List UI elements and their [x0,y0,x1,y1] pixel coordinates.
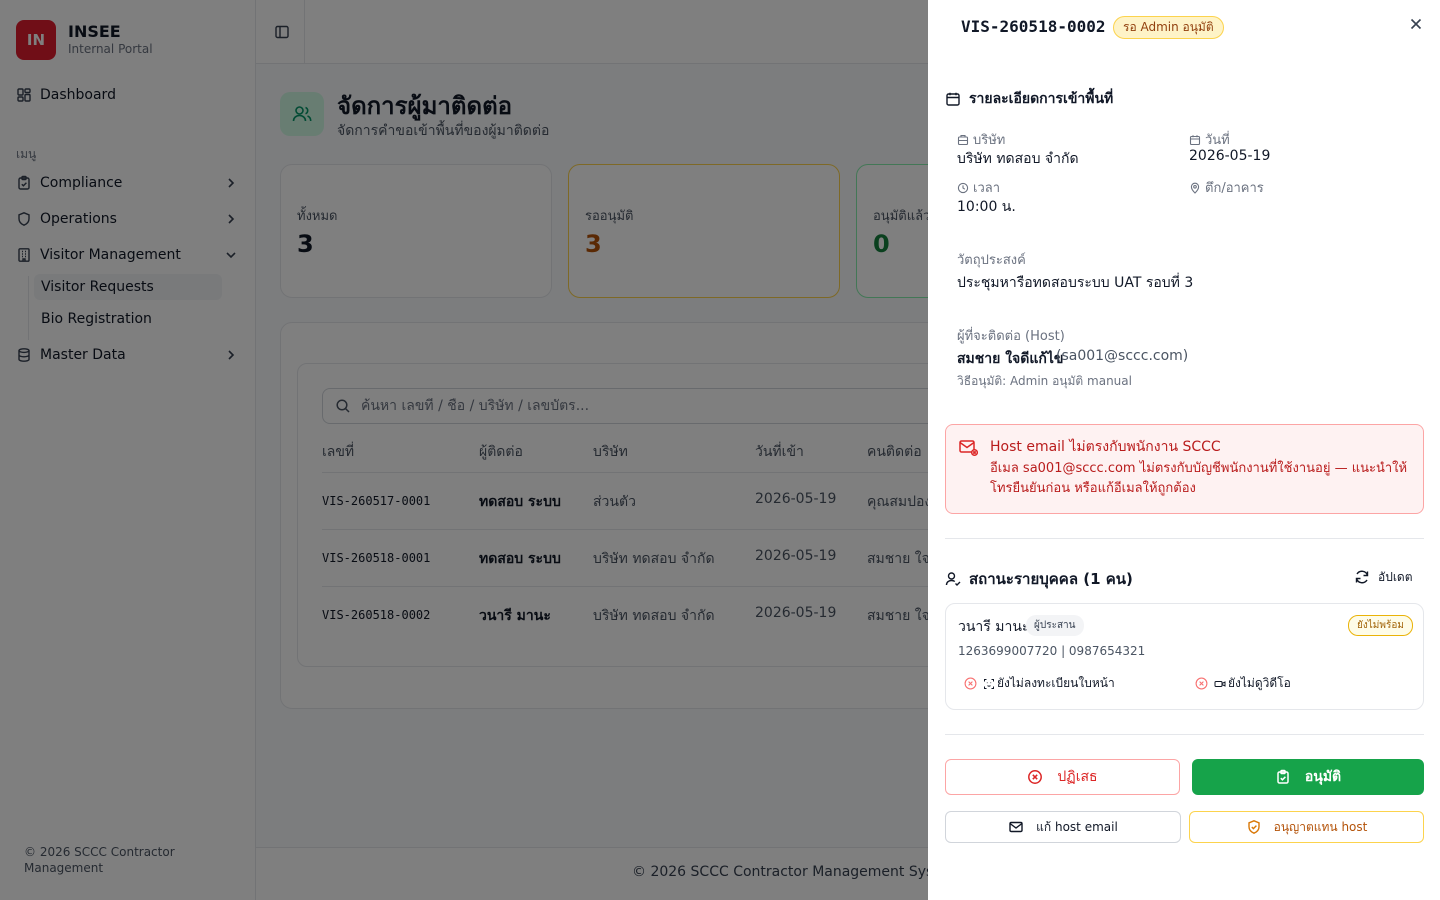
clipboard-check-icon [1275,769,1291,785]
video-status-text: ยังไม่ดูวิดีโอ [1228,676,1291,690]
modal-overlay[interactable] [0,0,928,900]
close-icon [1409,17,1423,31]
person-name: วนารี มานะ [958,619,1030,635]
time-value: 10:00 น. [957,199,1016,215]
map-pin-icon [1189,182,1201,194]
approve-button[interactable]: อนุมัติ [1192,759,1424,795]
edit-host-email-button[interactable]: แก้ host email [945,811,1181,843]
edit-email-label: แก้ host email [1036,819,1118,834]
purpose-value: ประชุมหารือทดสอบระบบ UAT รอบที่ 3 [957,275,1194,291]
close-button[interactable] [1406,14,1426,34]
x-circle-icon [1195,677,1208,690]
reject-button[interactable]: ปฏิเสธ [945,759,1180,795]
mail-alert-icon [958,437,978,457]
section-title-details: รายละเอียดการเข้าพื้นที่ [945,88,1113,110]
request-id: VIS-260518-0002 [961,17,1106,36]
section-divider [945,734,1424,735]
face-scan-icon [983,678,995,690]
alert-body: อีเมล sa001@sccc.com ไม่ตรงกับบัญชีพนักง… [990,461,1408,496]
refresh-label: อัปเดต [1378,569,1413,584]
refresh-icon [1354,569,1370,585]
reject-label: ปฏิเสธ [1057,769,1098,785]
proxy-label: อนุญาตแทน host [1273,819,1368,834]
approve-on-behalf-button[interactable]: อนุญาตแทน host [1189,811,1424,843]
calendar-icon [1189,134,1201,146]
host-name: สมชาย ใจดีแก้ไข [957,351,1064,367]
company-value: บริษัท ทดสอบ จำกัด [957,151,1079,167]
field-label-text: เวลา [973,181,1001,196]
section-divider [945,538,1424,539]
x-circle-icon [964,677,977,690]
person-role-badge: ผู้ประสาน [1026,615,1084,636]
field-label-text: ตึก/อาคาร [1205,181,1264,196]
x-circle-icon [1027,769,1043,785]
host-label: ผู้ที่จะติดต่อ (Host) [957,329,1065,344]
alert-title: Host email ไม่ตรงกับพนักงาน SCCC [990,439,1221,455]
purpose-label: วัตถุประสงค์ [957,253,1026,268]
section-title-text: รายละเอียดการเข้าพื้นที่ [969,91,1114,107]
host-email: (sa001@sccc.com) [1056,348,1189,364]
status-badge: รอ Admin อนุมัติ [1113,16,1224,39]
video-icon [1214,678,1226,690]
building-icon [957,134,969,146]
user-check-icon [945,571,961,587]
person-id-phone: 1263699007720 | 0987654321 [958,644,1146,658]
section-title-people: สถานะรายบุคคล (1 คน) [945,567,1133,591]
refresh-button[interactable]: อัปเดต [1348,564,1419,590]
location-label: ตึก/อาคาร [1189,177,1264,198]
date-value: 2026-05-19 [1189,148,1271,164]
face-registration-status: ยังไม่ลงทะเบียนใบหน้า [964,674,1115,693]
face-status-text: ยังไม่ลงทะเบียนใบหน้า [997,676,1115,690]
mail-icon [1008,819,1024,835]
shield-check-icon [1246,819,1262,835]
field-label-text: บริษัท [973,133,1006,148]
field-label-text: วันที่ [1205,133,1230,148]
approval-method: วิธีอนุมัติ: Admin อนุมัติ manual [957,374,1132,388]
readiness-badge: ยังไม่พร้อม [1348,615,1413,636]
date-label: วันที่ [1189,129,1230,150]
section-title-text: สถานะรายบุคคล (1 คน) [969,570,1133,588]
video-status: ยังไม่ดูวิดีโอ [1195,674,1291,693]
time-label: เวลา [957,177,1000,198]
company-label: บริษัท [957,129,1005,150]
clock-icon [957,182,969,194]
approve-label: อนุมัติ [1304,769,1342,785]
calendar-icon [945,91,961,107]
